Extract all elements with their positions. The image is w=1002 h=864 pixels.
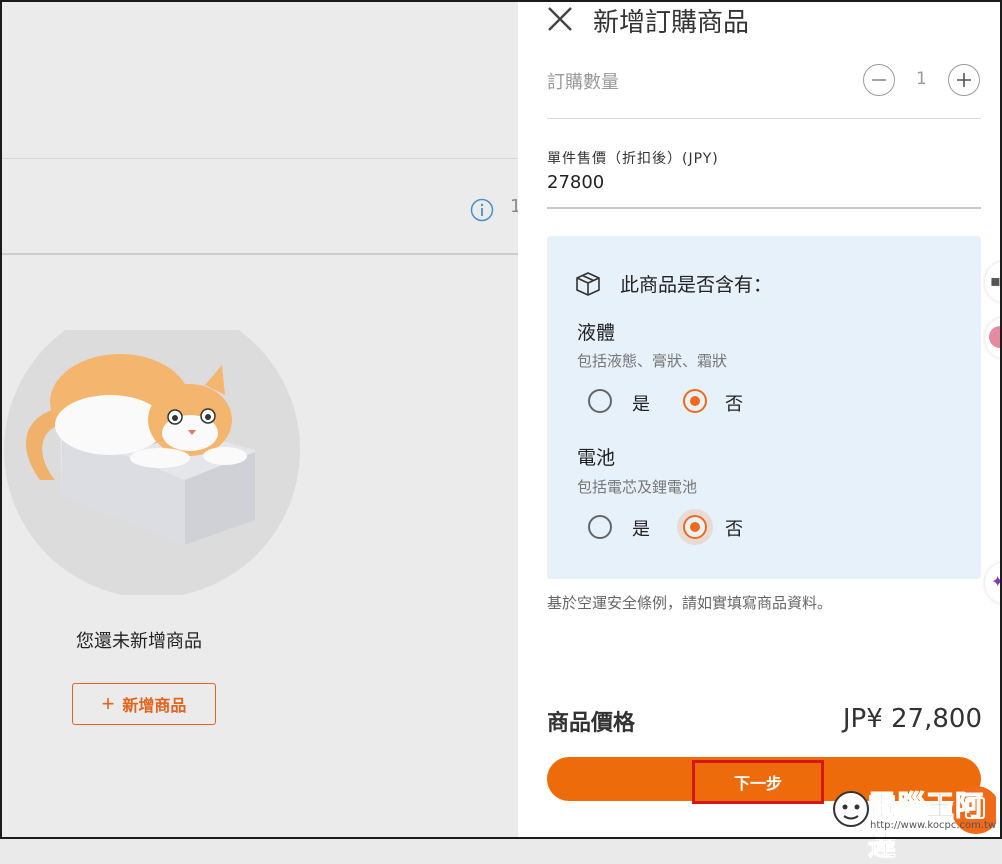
divider (0, 158, 518, 159)
liquid-subtitle: 包括液態、膏狀、霜狀 (577, 352, 728, 370)
quantity-increase-button[interactable] (948, 64, 980, 96)
drawer-title: 新增訂購商品 (593, 8, 750, 38)
add-order-item-drawer: 新增訂購商品 訂購數量 1 單件售價（折扣後）(JPY) 27800 此商品是否… (518, 0, 1002, 839)
product-price-value: JP¥ 27,800 (842, 704, 982, 734)
battery-yes-label: 是 (632, 519, 650, 540)
product-price-label: 商品價格 (547, 711, 636, 736)
liquid-yes-radio[interactable] (588, 389, 612, 413)
close-icon[interactable] (546, 5, 574, 33)
plus-icon: + (101, 691, 115, 716)
battery-title: 電池 (577, 447, 616, 469)
grid-icon: ▪ (990, 271, 1001, 290)
unit-price-input[interactable]: 27800 (547, 172, 604, 193)
watermark: 電腦王阿達 http://www.kocpc.com.tw (828, 782, 998, 863)
liquid-title: 液體 (577, 322, 616, 344)
contents-info-box: 此商品是否含有： 液體 包括液態、膏狀、霜狀 是 否 電池 包括電芯及鋰電池 是… (547, 236, 981, 579)
background-page: 1 您還未新增商品 + 新增商品 (0, 0, 518, 839)
mascot-face-icon (833, 791, 869, 827)
quantity-value: 1 (916, 69, 927, 89)
battery-yes-radio[interactable] (588, 515, 612, 539)
contents-heading: 此商品是否含有： (620, 274, 773, 296)
minus-icon (872, 79, 886, 81)
divider (547, 118, 981, 119)
truncated-text: 1 (510, 196, 518, 217)
add-product-button[interactable]: + 新增商品 (72, 683, 216, 725)
plus-icon (957, 73, 971, 87)
info-icon[interactable] (470, 198, 494, 222)
divider (0, 253, 518, 255)
empty-state-text: 您還未新增商品 (76, 631, 202, 652)
next-step-label: 下一步 (692, 760, 824, 804)
quantity-label: 訂購數量 (547, 72, 619, 93)
battery-no-label: 否 (725, 519, 743, 540)
battery-subtitle: 包括電芯及鋰電池 (577, 478, 698, 496)
package-icon (576, 272, 600, 296)
liquid-no-radio[interactable] (683, 389, 707, 413)
battery-no-radio[interactable] (683, 515, 707, 539)
add-product-label: 新增商品 (122, 698, 187, 715)
watermark-url: http://www.kocpc.com.tw (870, 820, 997, 831)
quantity-decrease-button[interactable] (863, 64, 895, 96)
input-underline (547, 207, 981, 209)
liquid-no-label: 否 (725, 394, 743, 415)
liquid-yes-label: 是 (632, 394, 650, 415)
avatar-icon (989, 326, 1002, 348)
unit-price-label: 單件售價（折扣後）(JPY) (547, 151, 719, 167)
empty-cat-illustration (4, 330, 300, 595)
sparkle-icon: ✦ (991, 572, 1002, 591)
safety-note: 基於空運安全條例，請如實填寫商品資料。 (547, 594, 833, 612)
